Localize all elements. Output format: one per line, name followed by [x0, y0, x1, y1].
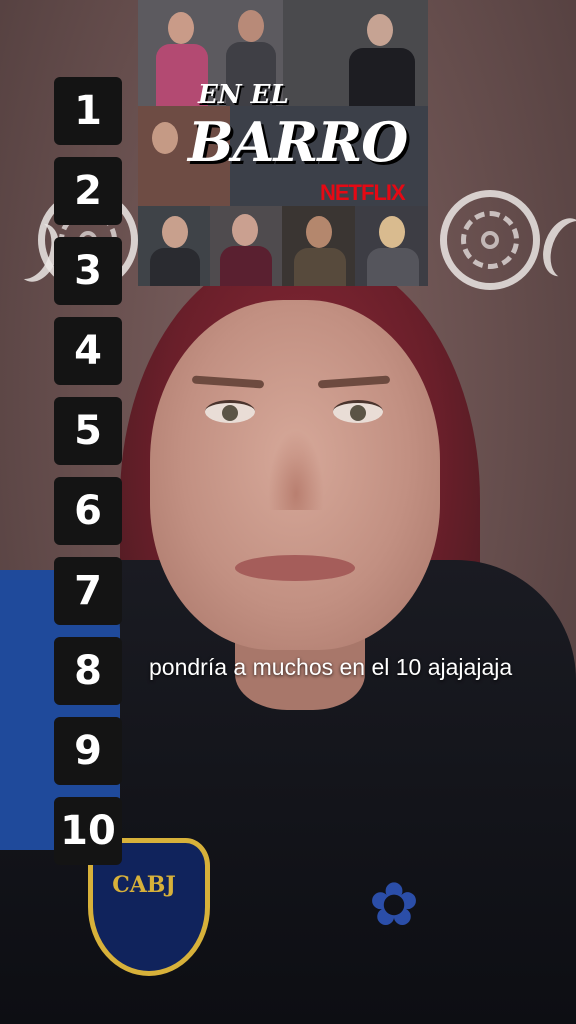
- character-face: [152, 122, 178, 154]
- poster-still: [210, 206, 282, 286]
- character-body: [367, 248, 419, 286]
- poster-title-top: EN EL: [198, 80, 289, 110]
- character-face: [306, 216, 332, 248]
- rank-badge-5: 5: [54, 397, 122, 465]
- club-crest-text: CABJ: [112, 872, 176, 898]
- poster-still: [355, 206, 428, 286]
- rank-badge-7: 7: [54, 557, 122, 625]
- character-face: [367, 14, 393, 46]
- series-poster: EN EL BARRO NETFLIX: [138, 0, 428, 286]
- character-body: [220, 246, 272, 286]
- rank-badge-1: 1: [54, 77, 122, 145]
- mouth: [235, 555, 355, 581]
- poster-still: [282, 206, 355, 286]
- poster-title-main: BARRO: [188, 110, 408, 174]
- rank-badge-6: 6: [54, 477, 122, 545]
- trefoil-logo-icon: ✿: [368, 870, 420, 940]
- rank-badge-9: 9: [54, 717, 122, 785]
- character-face: [168, 12, 194, 44]
- rank-badge-2: 2: [54, 157, 122, 225]
- character-body: [349, 48, 415, 106]
- nose: [268, 430, 324, 510]
- poster-still: [283, 0, 428, 106]
- rank-badge-10: 10: [54, 797, 122, 865]
- eye: [333, 400, 383, 423]
- rank-badge-8: 8: [54, 637, 122, 705]
- character-face: [162, 216, 188, 248]
- rank-badge-3: 3: [54, 237, 122, 305]
- character-body: [294, 248, 346, 286]
- eye: [205, 400, 255, 423]
- character-face: [232, 214, 258, 246]
- poster-still: [138, 206, 210, 286]
- character-face: [238, 10, 264, 42]
- character-face: [379, 216, 405, 248]
- overlay-caption: pondría a muchos en el 10 ajajajaja: [149, 654, 513, 680]
- netflix-logo: NETFLIX: [320, 180, 406, 205]
- rank-badge-4: 4: [54, 317, 122, 385]
- character-body: [150, 248, 200, 286]
